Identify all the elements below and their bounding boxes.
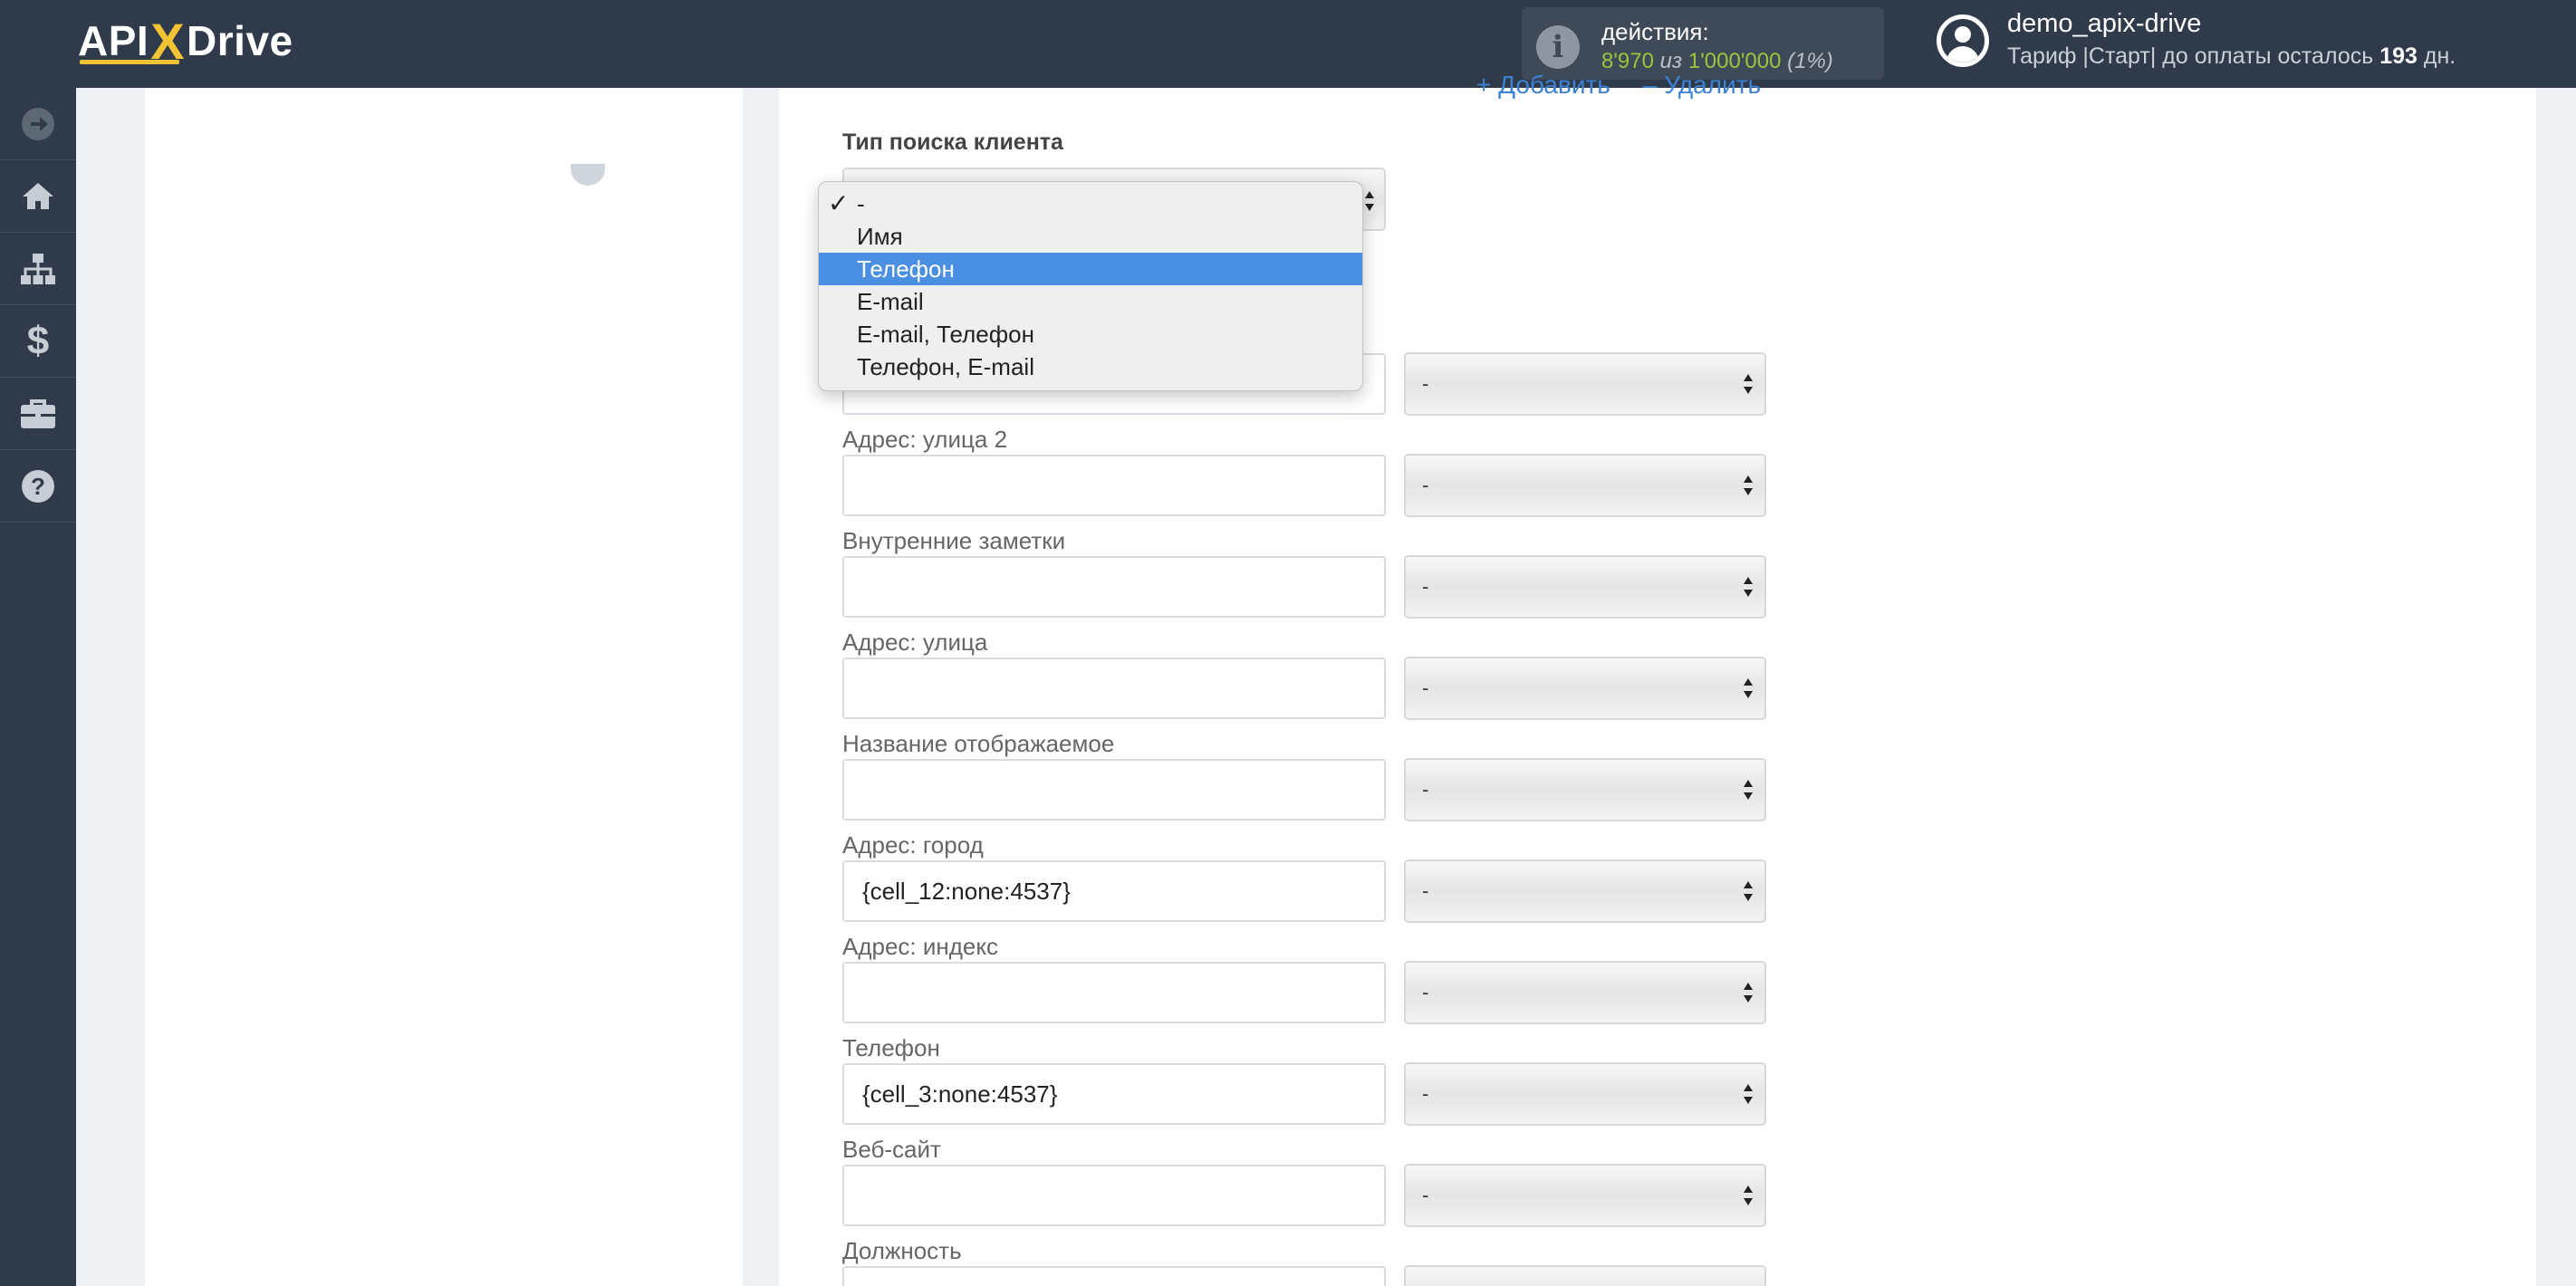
dropdown-option[interactable]: ✓ - (819, 187, 1362, 220)
field-input[interactable] (842, 556, 1386, 618)
help-icon: ? (22, 469, 54, 503)
sidebar-item-arrow[interactable] (0, 88, 76, 160)
field-select[interactable]: - (1404, 758, 1766, 821)
add-link[interactable]: + Добавить (1476, 71, 1610, 99)
logo-underline (80, 60, 179, 64)
dropdown-option-label: Имя (857, 223, 903, 250)
field-label: Должность (842, 1237, 962, 1264)
top-bar: API X Drive i действия: 8'970 из 1'000'000… (0, 0, 2576, 88)
sidebar-item-billing[interactable]: $ (0, 305, 76, 378)
sidebar: $ ? (0, 88, 76, 1286)
field-label: Телефон (842, 1034, 940, 1061)
field-input[interactable] (842, 657, 1386, 719)
select-arrows-icon (1744, 1185, 1753, 1205)
actions-separator: из (1659, 49, 1683, 73)
left-panel (145, 88, 743, 1286)
field-select-value: - (1422, 981, 1429, 1003)
dropdown-option-label: Телефон (857, 255, 955, 283)
field-label: Адрес: город (842, 831, 984, 859)
search-type-dropdown[interactable]: ✓ - Имя Телефон E-mail E-mail, Телефон Телефон… (818, 181, 1363, 391)
field-select[interactable]: - (1404, 859, 1766, 923)
field-input[interactable] (842, 962, 1386, 1023)
field-select[interactable]: - (1404, 1062, 1766, 1126)
logo-text-drive: Drive (187, 17, 293, 64)
field-actions: + Добавить – Удалить (1476, 71, 1793, 100)
field-select[interactable]: - (1404, 961, 1766, 1024)
sidebar-item-home[interactable] (0, 160, 76, 233)
step-indicator (571, 164, 605, 186)
select-arrows-icon (1365, 191, 1374, 211)
user-avatar-icon[interactable] (1937, 14, 1989, 67)
field-select-value: - (1422, 372, 1429, 395)
field-label: Внутренние заметки (842, 527, 1066, 554)
tariff-text: Тариф |Старт| до оплаты осталось (2007, 43, 2374, 69)
field-select-value: - (1422, 1082, 1429, 1105)
dropdown-option[interactable]: Имя (819, 220, 1362, 253)
select-arrows-icon (1744, 475, 1753, 495)
field-label: Адрес: улица 2 (842, 426, 1008, 453)
field-select-value: - (1422, 575, 1429, 598)
field-input[interactable]: {cell_3:none:4537} (842, 1063, 1386, 1125)
dropdown-option[interactable]: E-mail (819, 285, 1362, 318)
user-name[interactable]: demo_apix-drive (2007, 9, 2201, 39)
field-label: Название отображаемое (842, 730, 1115, 757)
tariff-days: 193 (2379, 43, 2417, 69)
remove-link[interactable]: – Удалить (1643, 71, 1761, 99)
field-select[interactable]: - (1404, 657, 1766, 720)
dropdown-option-label: Телефон, E-mail (857, 353, 1034, 380)
checkmark-icon: ✓ (828, 189, 850, 217)
dropdown-option[interactable]: E-mail, Телефон (819, 318, 1362, 350)
arrow-right-icon (22, 107, 54, 140)
select-arrows-icon (1744, 983, 1753, 1003)
field-input[interactable] (842, 759, 1386, 821)
field-select[interactable]: - (1404, 1164, 1766, 1227)
tariff-days-suffix: дн. (2423, 43, 2456, 69)
sidebar-item-help[interactable]: ? (0, 450, 76, 523)
select-arrows-icon (1744, 780, 1753, 800)
field-label: Адрес: индекс (842, 933, 999, 960)
field-select-value: - (1422, 1184, 1429, 1206)
dropdown-option[interactable]: Телефон, E-mail (819, 350, 1362, 383)
select-arrows-icon (1744, 1084, 1753, 1104)
field-select-value: - (1422, 677, 1429, 699)
field-input[interactable] (842, 1165, 1386, 1226)
info-icon: i (1536, 25, 1580, 69)
dropdown-option-label: E-mail (857, 288, 924, 315)
sitemap-icon (21, 253, 55, 284)
actions-total: 1'000'000 (1687, 49, 1782, 73)
briefcase-icon (21, 398, 55, 428)
field-select-value: - (1422, 879, 1429, 902)
actions-used: 8'970 (1601, 49, 1654, 73)
field-input[interactable] (842, 1266, 1386, 1286)
field-select-value: - (1422, 778, 1429, 801)
field-select[interactable] (1404, 1265, 1766, 1286)
search-type-label: Тип поиска клиента (842, 130, 1063, 155)
tariff-info: Тариф |Старт| до оплаты осталось 193 дн. (2007, 43, 2456, 70)
actions-percent: (1%) (1787, 49, 1833, 73)
select-arrows-icon (1744, 374, 1753, 394)
field-select[interactable]: - (1404, 454, 1766, 517)
field-input[interactable]: {cell_12:none:4537} (842, 860, 1386, 922)
sidebar-item-sitemap[interactable] (0, 233, 76, 305)
select-arrows-icon (1744, 577, 1753, 597)
select-arrows-icon (1744, 678, 1753, 698)
svg-text:?: ? (31, 473, 45, 500)
dropdown-option[interactable]: Телефон (819, 253, 1362, 285)
actions-label: действия: (1601, 18, 1709, 45)
field-select[interactable]: - (1404, 555, 1766, 619)
field-label: Адрес: улица (842, 629, 988, 656)
dropdown-option-label: - (857, 190, 865, 217)
actions-counter: i действия: 8'970 из 1'000'000 (1%) (1522, 7, 1884, 80)
select-arrows-icon (1744, 881, 1753, 901)
dollar-icon: $ (26, 318, 50, 363)
field-label: Веб-сайт (842, 1136, 941, 1163)
logo-text-api: API (78, 17, 149, 64)
home-icon (23, 182, 53, 209)
field-input[interactable] (842, 455, 1386, 516)
field-select[interactable]: - (1404, 352, 1766, 416)
sidebar-item-briefcase[interactable] (0, 378, 76, 450)
field-select-value: - (1422, 474, 1429, 496)
dropdown-option-label: E-mail, Телефон (857, 321, 1034, 348)
